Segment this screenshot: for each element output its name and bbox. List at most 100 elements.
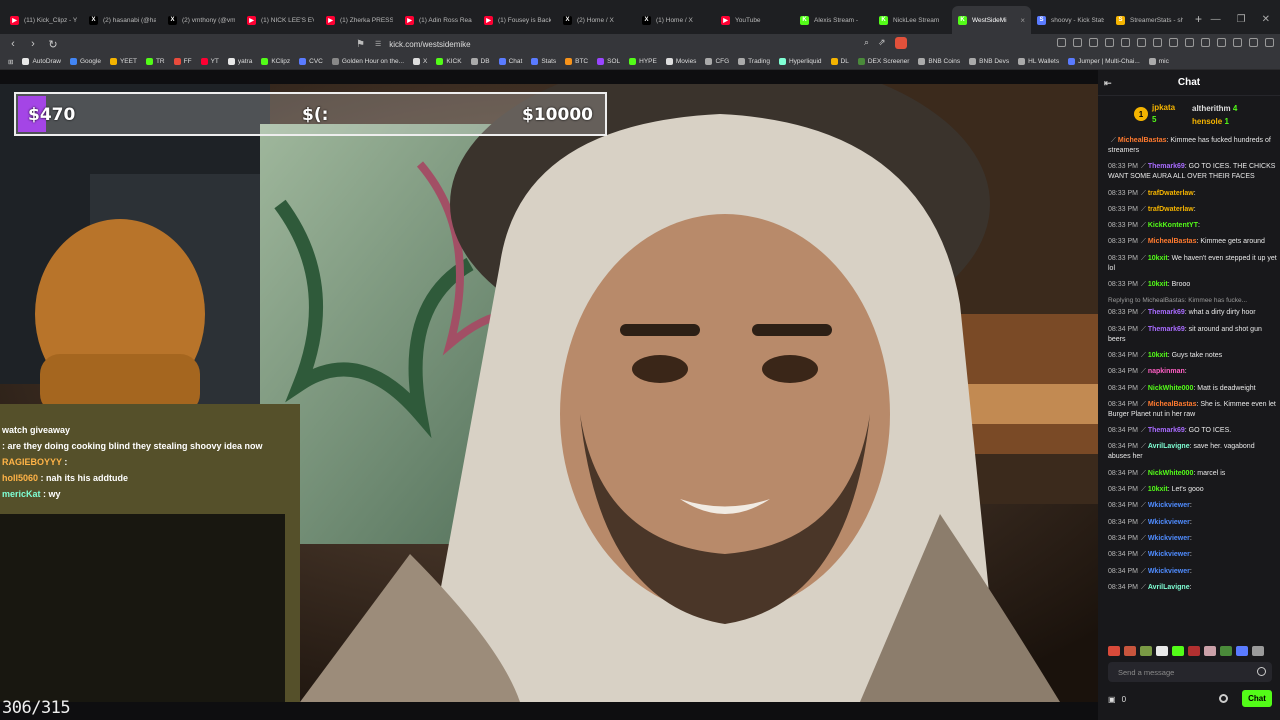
- message-username[interactable]: 10kxit: [1148, 281, 1168, 288]
- bookmark-item[interactable]: KICK: [436, 58, 462, 65]
- message-username[interactable]: MichealBastas: [1148, 401, 1197, 408]
- apps-icon[interactable]: ⊞: [8, 58, 13, 66]
- browser-tab[interactable]: ▶ (1) Fousey is Back |: [478, 6, 557, 34]
- chat-message[interactable]: 08:34 PM ⟋ 10kxit: Let's gooo: [1108, 485, 1278, 495]
- extension-icon[interactable]: [1105, 38, 1114, 47]
- emote-icon[interactable]: [1156, 646, 1168, 656]
- message-username[interactable]: Themark69: [1148, 427, 1185, 434]
- emote-icon[interactable]: [1140, 646, 1152, 656]
- message-username[interactable]: Wkickviewer: [1148, 519, 1190, 526]
- message-username[interactable]: 10kxit: [1148, 352, 1168, 359]
- bookmark-item[interactable]: AutoDraw: [22, 58, 61, 65]
- chat-message[interactable]: 08:34 PM ⟋ AvrilLavigne: save her. vagabo…: [1108, 442, 1278, 462]
- bookmark-item[interactable]: CFG: [705, 58, 729, 65]
- extension-icon[interactable]: [1185, 38, 1194, 47]
- chat-message[interactable]: 08:33 PM ⟋ Themark69: GO TO ICES. THE CHI…: [1108, 162, 1278, 182]
- emote-icon[interactable]: [1188, 646, 1200, 656]
- chat-message[interactable]: 08:34 PM ⟋ NickWhite000: marcel is: [1108, 469, 1278, 479]
- emoji-picker-icon[interactable]: [1257, 667, 1266, 676]
- browser-tab[interactable]: ▶ (11) Kick_Clipz - You: [4, 6, 83, 34]
- chat-message[interactable]: 08:34 PM ⟋ Wkickviewer:: [1108, 567, 1278, 577]
- message-username[interactable]: Themark69: [1148, 326, 1185, 333]
- new-tab-icon[interactable]: +: [1195, 12, 1202, 26]
- bookmark-item[interactable]: Stats: [531, 58, 556, 65]
- chat-message[interactable]: 08:33 PM ⟋ KickKontentYT:: [1108, 221, 1278, 231]
- browser-tab[interactable]: X (2) Home / X: [557, 6, 636, 34]
- message-username[interactable]: Wkickviewer: [1148, 551, 1190, 558]
- message-username[interactable]: 10kxit: [1148, 486, 1168, 493]
- bookmark-item[interactable]: TR: [145, 58, 165, 65]
- message-username[interactable]: Wkickviewer: [1148, 535, 1190, 542]
- bookmark-item[interactable]: CVC: [299, 58, 323, 65]
- bookmark-item[interactable]: BNB Devs: [969, 58, 1009, 65]
- browser-tab[interactable]: ▶ (1) NICK LEE'S EVEN: [241, 6, 320, 34]
- extension-icon[interactable]: [1217, 38, 1226, 47]
- message-username[interactable]: 10kxit: [1148, 255, 1168, 262]
- extension-icon[interactable]: [1201, 38, 1210, 47]
- menu-icon[interactable]: [1265, 38, 1274, 47]
- bookmark-item[interactable]: Movies: [665, 58, 696, 65]
- chat-message[interactable]: 08:34 PM ⟋ NickWhite000: Matt is deadweig…: [1108, 384, 1278, 394]
- message-username[interactable]: AvrilLavigne: [1148, 443, 1190, 450]
- chat-message[interactable]: 08:34 PM ⟋ Wkickviewer:: [1108, 534, 1278, 544]
- browser-tab[interactable]: ▶ (1) Zherka PRESSE: [320, 6, 399, 34]
- chat-message[interactable]: 08:34 PM ⟋ Wkickviewer:: [1108, 550, 1278, 560]
- settings-gear-icon[interactable]: [1219, 694, 1228, 703]
- message-username[interactable]: AvrilLavigne: [1148, 584, 1190, 591]
- extension-icon[interactable]: [1249, 38, 1258, 47]
- message-username[interactable]: NickWhite000: [1148, 470, 1194, 477]
- emote-icon[interactable]: [1172, 646, 1184, 656]
- extension-icon[interactable]: [1169, 38, 1178, 47]
- message-username[interactable]: Themark69: [1148, 309, 1185, 316]
- bookmark-page-icon[interactable]: ⚑: [356, 39, 365, 50]
- bookmark-item[interactable]: FF: [173, 58, 192, 65]
- close-window-icon[interactable]: ✕: [1262, 14, 1270, 25]
- bookmark-item[interactable]: mic: [1148, 58, 1169, 65]
- emote-icon[interactable]: [1204, 646, 1216, 656]
- message-username[interactable]: Wkickviewer: [1148, 568, 1190, 575]
- share-icon[interactable]: ⇗: [878, 37, 886, 49]
- url-field[interactable]: ⚑ ☰ kick.com/westsidemike: [356, 36, 916, 52]
- bookmark-item[interactable]: YT: [200, 58, 219, 65]
- emote-icon[interactable]: [1236, 646, 1248, 656]
- bookmark-item[interactable]: BTC: [565, 58, 588, 65]
- reload-icon[interactable]: ↻: [46, 37, 60, 51]
- minimize-icon[interactable]: —: [1211, 14, 1221, 25]
- message-username[interactable]: trafDwaterlaw: [1148, 206, 1194, 213]
- collapse-chat-icon[interactable]: ⇤: [1104, 78, 1112, 89]
- browser-tab[interactable]: X (1) Home / X: [636, 6, 715, 34]
- bookmark-item[interactable]: YEET: [109, 58, 137, 65]
- message-username[interactable]: Wkickviewer: [1148, 502, 1190, 509]
- bookmark-item[interactable]: DB: [470, 58, 490, 65]
- bookmark-item[interactable]: BNB Coins: [918, 58, 960, 65]
- maximize-icon[interactable]: ❐: [1237, 14, 1246, 25]
- bookmark-item[interactable]: yatra: [227, 58, 252, 65]
- message-username[interactable]: KickKontentYT: [1148, 222, 1198, 229]
- extension-icon[interactable]: [1137, 38, 1146, 47]
- chat-message[interactable]: 08:34 PM ⟋ Themark69: sit around and shot…: [1108, 325, 1278, 345]
- zoom-icon[interactable]: ⌕: [864, 37, 869, 49]
- bookmark-item[interactable]: Google: [70, 58, 101, 65]
- browser-tab[interactable]: K Alexis Stream -: [794, 6, 873, 34]
- chat-message[interactable]: 08:34 PM ⟋ napkinman:: [1108, 367, 1278, 377]
- bookmark-item[interactable]: Chat: [498, 58, 522, 65]
- browser-tab[interactable]: Sshoovy - Kick Stats: [1031, 6, 1110, 34]
- reply-context[interactable]: Replying to MichealBastas: Kimmee has fu…: [1108, 296, 1278, 306]
- bookmark-item[interactable]: KClipz: [261, 58, 290, 65]
- site-info-icon[interactable]: ☰: [375, 40, 381, 48]
- bookmark-item[interactable]: HL Wallets: [1018, 58, 1059, 65]
- chat-message[interactable]: 08:34 PM ⟋ Themark69: GO TO ICES.: [1108, 426, 1278, 436]
- chat-message[interactable]: 08:34 PM ⟋ 10kxit: Guys take notes: [1108, 351, 1278, 361]
- stream-video[interactable]: $470 $(: $10000 watch giveaway: are they…: [0, 84, 1098, 702]
- bookmark-item[interactable]: Jumper | Multi-Chai...: [1068, 58, 1140, 65]
- back-icon[interactable]: ‹: [6, 37, 20, 51]
- extension-icon[interactable]: [1073, 38, 1082, 47]
- chat-message[interactable]: 08:33 PM ⟋ MichealBastas: Kimmee gets aro…: [1108, 237, 1278, 247]
- gift-icon[interactable]: ▣: [1108, 695, 1116, 704]
- message-username[interactable]: NickWhite000: [1148, 385, 1194, 392]
- browser-tab[interactable]: K WestSideMi ×: [952, 6, 1031, 34]
- chat-input[interactable]: Send a message: [1108, 662, 1272, 682]
- chat-message[interactable]: 08:33 PM ⟋ trafDwaterlaw:: [1108, 189, 1278, 199]
- bookmark-item[interactable]: X: [413, 58, 427, 65]
- chat-message[interactable]: 08:34 PM ⟋ MichealBastas: She is. Kimmee …: [1108, 400, 1278, 420]
